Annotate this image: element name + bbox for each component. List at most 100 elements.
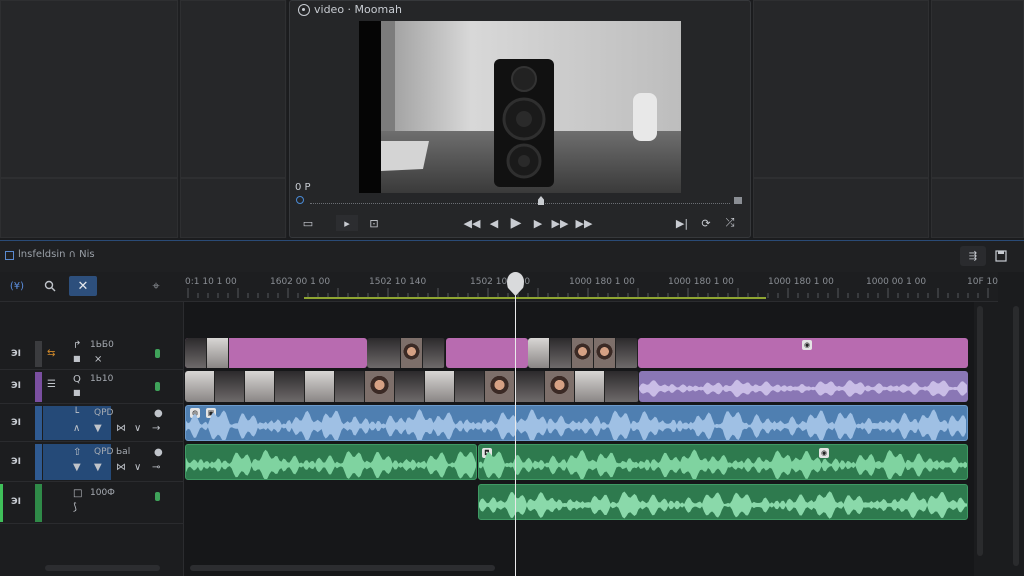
bowtie-icon[interactable]: ⋈ [116, 462, 126, 473]
up-icon[interactable]: ∧ [73, 423, 80, 434]
screen-icon[interactable]: ▭ [300, 215, 316, 231]
clip-thumbnail [545, 371, 575, 402]
arrow-right-icon[interactable]: → [152, 423, 160, 434]
bowtie-icon[interactable]: ⋈ [116, 423, 126, 434]
mute-icon[interactable]: ⨯ [94, 354, 102, 365]
timeline-tracks[interactable]: ◉ ◍ ▣ ◘ ◉ [184, 302, 974, 576]
save-icon [995, 250, 1007, 262]
route-icon[interactable]: └ [73, 408, 79, 419]
play-icon[interactable]: ▶ [508, 215, 524, 231]
fast-forward-icon[interactable]: ▶▶ [576, 215, 593, 231]
pen-icon[interactable]: ⟆ [73, 502, 77, 513]
upload-icon[interactable]: ⇧ [73, 447, 81, 458]
track-header-a2: ЭI ⇧ ▼ QPD Ьаl ▼ ⋈ ∨ ● ⊸ [0, 442, 184, 482]
step-forward-icon[interactable]: ▸ [336, 215, 358, 231]
ruler-label: 1000 180 1 00 [668, 277, 734, 287]
video-clip[interactable] [367, 338, 445, 368]
scrubber-handle[interactable] [538, 196, 544, 205]
audio-clip[interactable]: ◘ ◉ [478, 444, 968, 480]
dot-icon[interactable]: ● [154, 447, 163, 458]
header-horizontal-scrollbar[interactable] [45, 565, 160, 571]
track-color-swatch [35, 341, 42, 367]
video-viewer: video · Moomah 0 P ▭ ▸ ⊡ ◀◀ ◀ ▶ ▶ ▶▶ ▶▶ … [289, 0, 751, 238]
audio-waveform [186, 409, 967, 440]
video-clip[interactable] [185, 338, 367, 368]
clip-marker-icon[interactable]: ◉ [802, 340, 812, 350]
timeline-title: lnsfeldsin ∩ Nis [18, 249, 95, 260]
clip-thumbnail [423, 338, 445, 368]
clip-thumbnail [425, 371, 455, 402]
audio-waveform [186, 449, 476, 479]
scrubber-end-icon [734, 197, 742, 204]
track-name: 100Ф [90, 488, 115, 498]
track-number: ЭI [11, 418, 21, 428]
enable-indicator[interactable] [155, 492, 160, 501]
dot-icon[interactable]: ● [154, 408, 163, 419]
clip-thumbnail [367, 338, 401, 368]
panel-tile [753, 178, 929, 238]
panel-tile [180, 0, 286, 178]
track-name: QPD [94, 408, 114, 418]
square-icon[interactable]: □ [73, 488, 82, 499]
chevron-down-icon[interactable]: ∨ [134, 423, 141, 434]
left-preview-panel [0, 0, 287, 238]
audio-clip[interactable] [639, 371, 968, 402]
layout-button[interactable]: ⇶ [960, 246, 986, 266]
next-frame-icon[interactable]: ▶ [530, 215, 546, 231]
skip-end-icon[interactable]: ▶| [674, 215, 690, 231]
loop-icon[interactable]: ⟳ [698, 215, 714, 231]
audio-clip[interactable] [478, 484, 968, 520]
sync-icon[interactable]: ⇆ [47, 348, 55, 359]
audio-waveform [479, 491, 967, 519]
menu-icon[interactable]: ☰ [47, 379, 56, 390]
snap-tool-button[interactable]: ⌖ [142, 276, 170, 296]
link-icon[interactable]: ⊸ [152, 462, 160, 473]
timeline-vertical-scrollbar[interactable] [977, 306, 983, 556]
panel-tile [180, 178, 286, 238]
funnel-icon[interactable]: ▼ [73, 462, 81, 473]
timeline-horizontal-scrollbar[interactable] [190, 565, 495, 571]
video-clip[interactable] [185, 371, 639, 402]
select-tool-button[interactable]: (¥) [3, 276, 31, 296]
clip-thumbnail [185, 371, 215, 402]
clip-thumbnail [401, 338, 423, 368]
video-frame[interactable] [359, 21, 681, 193]
track-number: ЭI [11, 457, 21, 467]
close-tool-button[interactable]: ✕ [69, 276, 97, 296]
enable-indicator[interactable] [155, 349, 160, 358]
track-header-a3: ЭI □ 100Ф ⟆ [0, 482, 184, 524]
filter-icon[interactable]: ▼ [94, 423, 102, 434]
work-area-bar[interactable] [304, 297, 766, 299]
fast-forward-icon[interactable]: ▶▶ [552, 215, 569, 231]
clip-icon[interactable]: ⊡ [366, 215, 382, 231]
track-name: 1ЬБ0 [90, 340, 114, 350]
panel-tile [931, 0, 1024, 178]
redo-icon[interactable]: ↱ [73, 340, 81, 351]
lock-icon[interactable]: ■ [73, 354, 81, 363]
panel-tile [0, 178, 178, 238]
viewer-scrubber[interactable] [310, 200, 730, 204]
video-clip[interactable] [528, 338, 638, 368]
clip-thumbnail [550, 338, 572, 368]
chevron-down-icon[interactable]: ∨ [134, 462, 141, 473]
prev-frame-icon[interactable]: ◀ [486, 215, 502, 231]
zoom-tool-button[interactable] [36, 276, 64, 296]
lock-icon[interactable]: ■ [73, 388, 81, 397]
rewind-icon[interactable]: ◀◀ [464, 215, 481, 231]
playhead-line[interactable] [515, 284, 516, 576]
clip-thumbnail [185, 338, 207, 368]
save-button[interactable] [988, 246, 1014, 266]
filter-icon[interactable]: ▼ [94, 462, 102, 473]
audio-clip[interactable]: ◍ ▣ [185, 405, 968, 441]
window-vertical-scrollbar[interactable] [1013, 306, 1019, 566]
enable-indicator[interactable] [155, 382, 160, 391]
clip-thumbnail [215, 371, 245, 402]
scrubber-start-icon [296, 196, 304, 204]
video-clip[interactable]: ◉ [638, 338, 968, 368]
track-color-swatch [35, 372, 42, 402]
panel-tile [0, 0, 178, 178]
audio-clip[interactable] [185, 444, 477, 480]
shuffle-icon[interactable]: ⤮ [722, 215, 738, 231]
viewer-title: video · Moomah [298, 3, 402, 16]
magnify-icon[interactable]: Q [73, 374, 81, 385]
